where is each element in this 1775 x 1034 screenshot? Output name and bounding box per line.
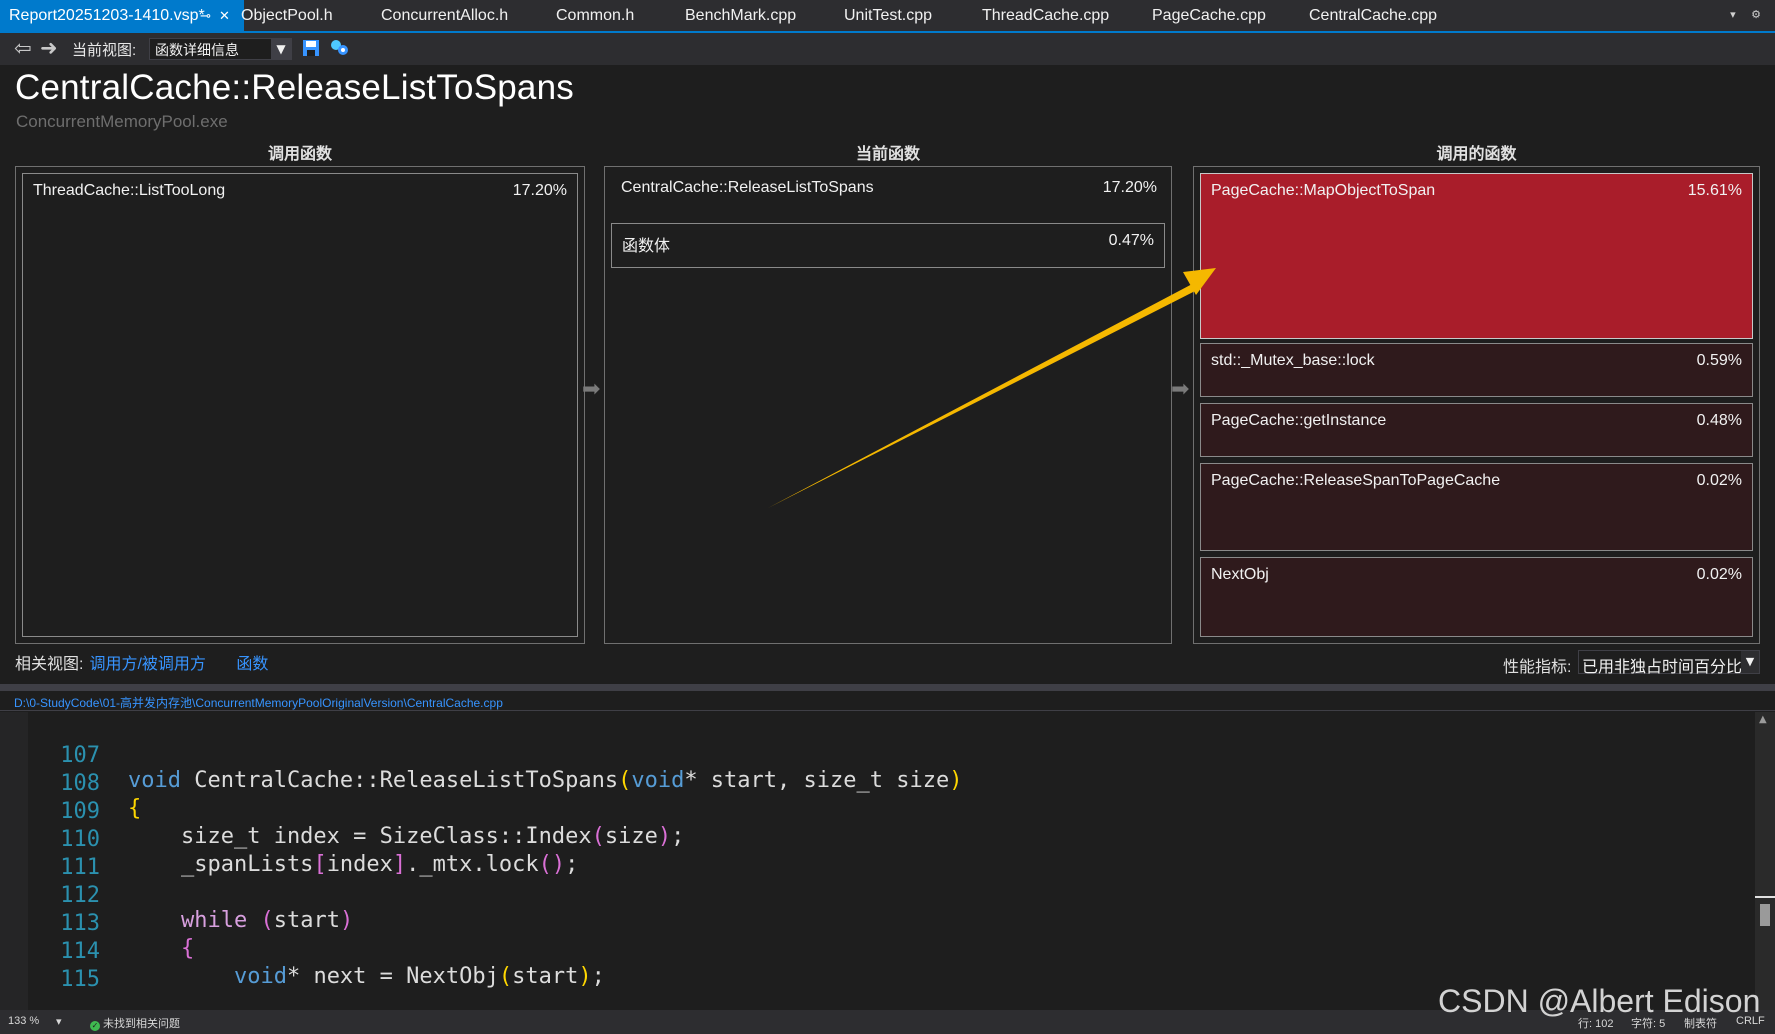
check-icon: ✓ [90, 1021, 100, 1031]
scroll-thumb[interactable] [1760, 904, 1770, 926]
metric-select[interactable]: 已用非独占时间百分比 ▼ [1578, 650, 1760, 676]
scroll-position-marker [1755, 896, 1775, 898]
link-functions[interactable]: 函数 [236, 656, 268, 673]
line-number: 115 [60, 967, 100, 992]
related-views: 相关视图: 调用方/被调用方 函数 [15, 650, 268, 674]
source-file-path[interactable]: D:\0-StudyCode\01-高并发内存池\ConcurrentMemor… [14, 694, 503, 711]
link-caller-callee[interactable]: 调用方/被调用方 [89, 656, 205, 673]
issues-text: 未找到相关问题 [103, 1018, 180, 1030]
zoom-level[interactable]: 133 % [8, 1015, 39, 1027]
editor-vertical-scrollbar[interactable]: ▲ [1755, 712, 1775, 1010]
divider [0, 710, 1775, 711]
chevron-down-icon[interactable]: ▼ [1741, 651, 1759, 673]
scroll-up-icon[interactable]: ▲ [1759, 714, 1767, 725]
metric-label: 性能指标: [1503, 659, 1572, 676]
watermark: CSDN @Albert Edison [1438, 983, 1761, 1019]
related-views-label: 相关视图: [15, 656, 84, 673]
metric-value: 已用非独占时间百分比 [1582, 659, 1743, 676]
issues-indicator[interactable]: ✓ 未找到相关问题 [90, 1015, 180, 1031]
pane-splitter[interactable] [0, 684, 1775, 691]
code-line: 115 [0, 942, 100, 992]
chevron-down-icon[interactable]: ▾ [56, 1015, 62, 1028]
code-editor[interactable]: 107 void CentralCache::ReleaseListToSpan… [0, 712, 1755, 1010]
